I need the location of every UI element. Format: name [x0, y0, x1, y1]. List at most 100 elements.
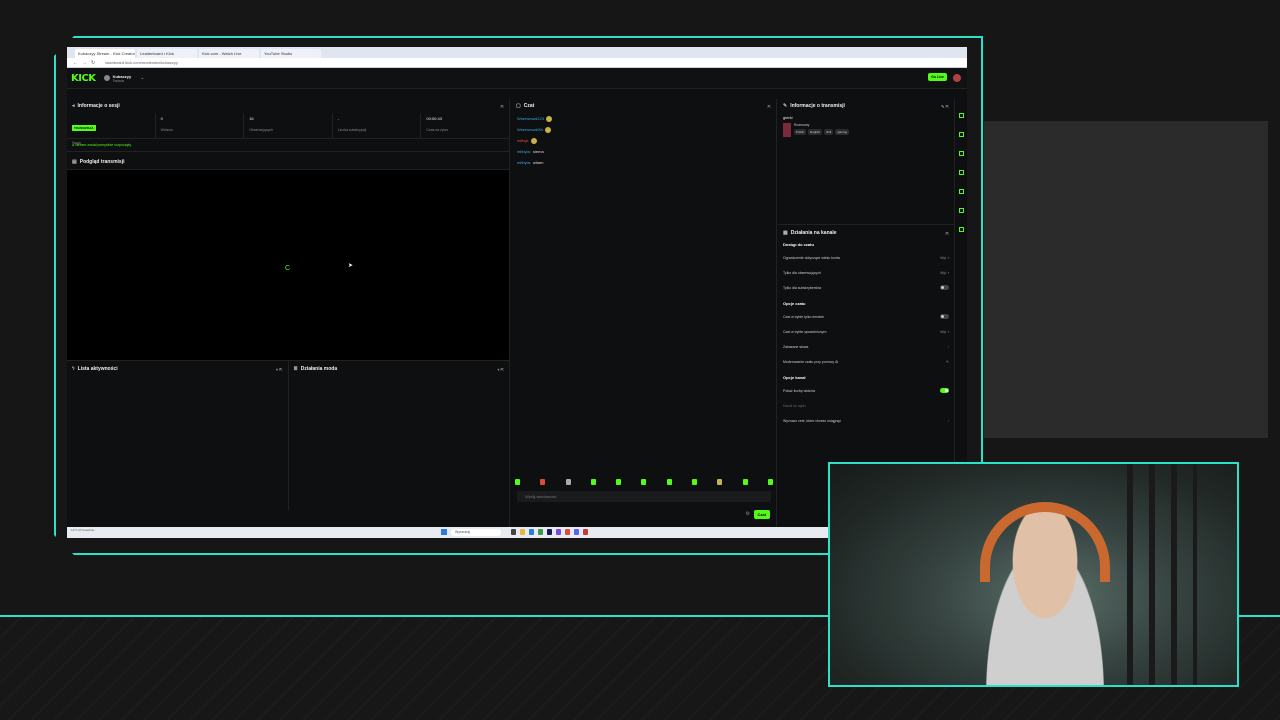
chat-message[interactable]: mitbyta: siema — [511, 146, 776, 157]
chat-username[interactable]: mitbyta: — [517, 149, 531, 154]
tool-icon[interactable] — [958, 208, 964, 213]
emote-button[interactable] — [717, 479, 723, 485]
stat-label: Czas na żywo — [426, 128, 449, 132]
overlay-line — [0, 615, 828, 617]
notice-text: Stream został pomyślnie rozpoczęty. — [75, 143, 132, 147]
option-show-viewers[interactable]: Pokaż liczbę widzów — [778, 383, 954, 398]
discord-icon[interactable] — [574, 529, 579, 535]
tool-icon[interactable] — [958, 189, 964, 194]
option-label: Pokaż liczbę widzów — [783, 388, 816, 393]
chat-message[interactable]: mitbyta: witam — [511, 157, 776, 168]
tool-icon[interactable] — [958, 132, 964, 137]
option-subs-only[interactable]: Tylko dla subskrybentów — [778, 280, 954, 295]
chat-username[interactable]: mitbyta: — [517, 160, 531, 165]
kick-logo[interactable]: KICK — [71, 73, 96, 84]
option-slow-mode[interactable]: Czat w trybie spowolnionym Wył. › — [778, 324, 954, 339]
back-icon[interactable]: ← — [73, 60, 78, 66]
emote-button[interactable] — [666, 479, 672, 485]
option-ai-moderation[interactable]: Moderowanie czatu przy pomocy AI ⇱ — [778, 354, 954, 369]
emote-button[interactable] — [616, 479, 622, 485]
emote-button[interactable] — [515, 479, 520, 485]
option-followers-only[interactable]: Tylko dla obserwujących Wył. › — [778, 265, 954, 280]
stat-uptime: 00:00:43 Czas na żywo — [421, 113, 509, 138]
stat-value: 0 — [160, 116, 163, 121]
tool-icon[interactable] — [958, 113, 964, 118]
option-label: Zakazane słowa — [783, 344, 809, 349]
chat-input[interactable]: Wyślij wiadomość — [517, 491, 771, 502]
weather-widget[interactable]: 14°C Przeważnie... — [71, 528, 97, 532]
option-banned-words[interactable]: Zakazane słowa › — [778, 339, 954, 354]
profile-avatar[interactable] — [953, 74, 961, 82]
option-label: Tylko dla subskrybentów — [783, 285, 822, 290]
stream-info-header: ✎ Informacje o transmisji ✎ ⇱ — [778, 99, 954, 113]
emote-button[interactable] — [641, 479, 647, 485]
stat-label: Liczba subskrypcji — [337, 128, 367, 132]
send-chat-button[interactable]: Czat — [753, 510, 770, 519]
chevron-right-icon: › — [947, 344, 949, 349]
address-bar[interactable]: ← → ↻ dashboard.kick.com/moderator/kubac… — [67, 58, 967, 68]
chrome-icon[interactable] — [565, 529, 570, 535]
browser-tab[interactable]: Kubaczyy Stream - Kick Creator — [75, 49, 135, 58]
edit-icon[interactable]: ✎ ⇱ — [941, 104, 949, 109]
emote-button[interactable] — [590, 479, 596, 485]
panel-title: Czat — [523, 103, 535, 109]
chat-username[interactable]: Wserwowal123 — [517, 116, 544, 121]
chat-username[interactable]: Wserwowal00r — [517, 127, 543, 132]
emote-button[interactable] — [540, 479, 546, 485]
popout-icon[interactable]: ⇱ — [501, 104, 504, 109]
popout-icon[interactable]: ⇱ — [946, 231, 949, 236]
emote-button[interactable] — [767, 479, 773, 485]
emote-icon — [545, 126, 552, 133]
app-icon[interactable] — [529, 529, 534, 535]
app-icon[interactable] — [583, 529, 588, 535]
tool-icon[interactable] — [958, 227, 964, 232]
emote-button[interactable] — [742, 479, 748, 485]
overlay-line-right — [1239, 615, 1280, 617]
tool-icon[interactable] — [958, 170, 964, 175]
emote-only-toggle[interactable] — [940, 314, 949, 319]
option-raid-channel[interactable]: Kanał do rajdu — [778, 398, 954, 413]
app-icon[interactable] — [511, 529, 516, 535]
tag: Polish — [794, 129, 807, 135]
browser-tab[interactable]: Kick.com - Watch Live — [199, 49, 259, 58]
app-icon[interactable] — [547, 529, 552, 535]
filter-icon[interactable]: ▾ ⇱ — [276, 367, 282, 372]
gear-icon[interactable]: ⚙ — [746, 511, 750, 517]
overlay-placeholder — [984, 121, 1268, 438]
tool-icon[interactable] — [958, 151, 964, 156]
reload-icon[interactable]: ↻ — [91, 60, 95, 66]
panel-title: Podgląd transmisji — [79, 159, 125, 165]
popout-icon[interactable]: ⇱ — [768, 104, 771, 109]
browser-tab[interactable]: Leaderboard • Kick — [137, 49, 197, 58]
app-icon[interactable] — [556, 529, 561, 535]
windows-start-icon[interactable] — [441, 529, 447, 535]
chat-message[interactable]: Wserwowal00r — [511, 124, 776, 135]
option-account-age[interactable]: Ograniczenie dotyczące wieku konta Wył. › — [778, 250, 954, 265]
chat-username[interactable]: mitbyk — [517, 138, 529, 143]
option-emote-only[interactable]: Czat w trybie tylko emotek — [778, 309, 954, 324]
emote-button[interactable] — [692, 479, 698, 485]
option-goals[interactable]: Wyznacz cele, które chcesz osiągnąć › — [778, 413, 954, 428]
chevron-down-icon[interactable]: ⌄ — [140, 75, 144, 81]
emote-button[interactable] — [565, 479, 571, 485]
option-label: Ograniczenie dotyczące wieku konta — [783, 255, 840, 260]
go-live-button[interactable]: Go Live — [928, 73, 947, 81]
list-icon: ≣ — [293, 366, 298, 372]
stream-preview[interactable]: C ➤ — [67, 170, 509, 360]
chat-message[interactable]: mitbyk — [511, 135, 776, 146]
browser-tab[interactable]: YouTube Studio — [261, 49, 321, 58]
app-icon[interactable] — [538, 529, 543, 535]
user-menu[interactable]: Kubaczyy Twórca ⌄ — [103, 74, 144, 83]
mouse-cursor-icon: ➤ — [348, 263, 354, 269]
filter-icon[interactable]: ▾ ⇱ — [498, 367, 504, 372]
option-label: Czat w trybie tylko emotek — [783, 314, 824, 319]
subs-only-toggle[interactable] — [940, 285, 949, 290]
chat-text: witam — [533, 160, 544, 165]
left-column: ◂ Informacje o sesji ⇱ TRANSMISJA Sesja … — [67, 99, 510, 538]
forward-icon[interactable]: → — [82, 60, 87, 66]
taskbar-search[interactable]: Wyszukaj — [451, 529, 501, 536]
chat-message[interactable]: Wserwowal123 — [511, 113, 776, 124]
folder-icon[interactable] — [520, 529, 525, 535]
url-text[interactable]: dashboard.kick.com/moderator/kubaczyy — [105, 60, 178, 65]
show-viewers-toggle[interactable] — [940, 388, 949, 393]
